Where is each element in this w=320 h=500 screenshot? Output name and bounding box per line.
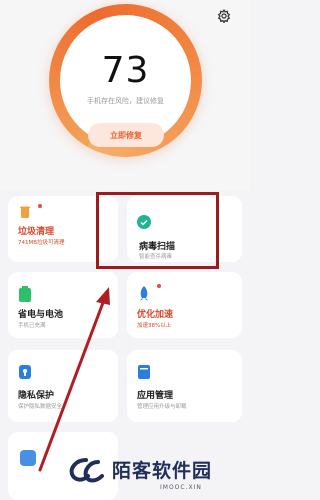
- watermark-logo-icon: [68, 456, 108, 486]
- pointer-arrow: [38, 287, 110, 472]
- watermark: 陌客软件园 IMOOC.XIN: [60, 452, 250, 500]
- watermark-url: IMOOC.XIN: [160, 484, 202, 491]
- watermark-brand: 陌客软件园: [112, 460, 213, 482]
